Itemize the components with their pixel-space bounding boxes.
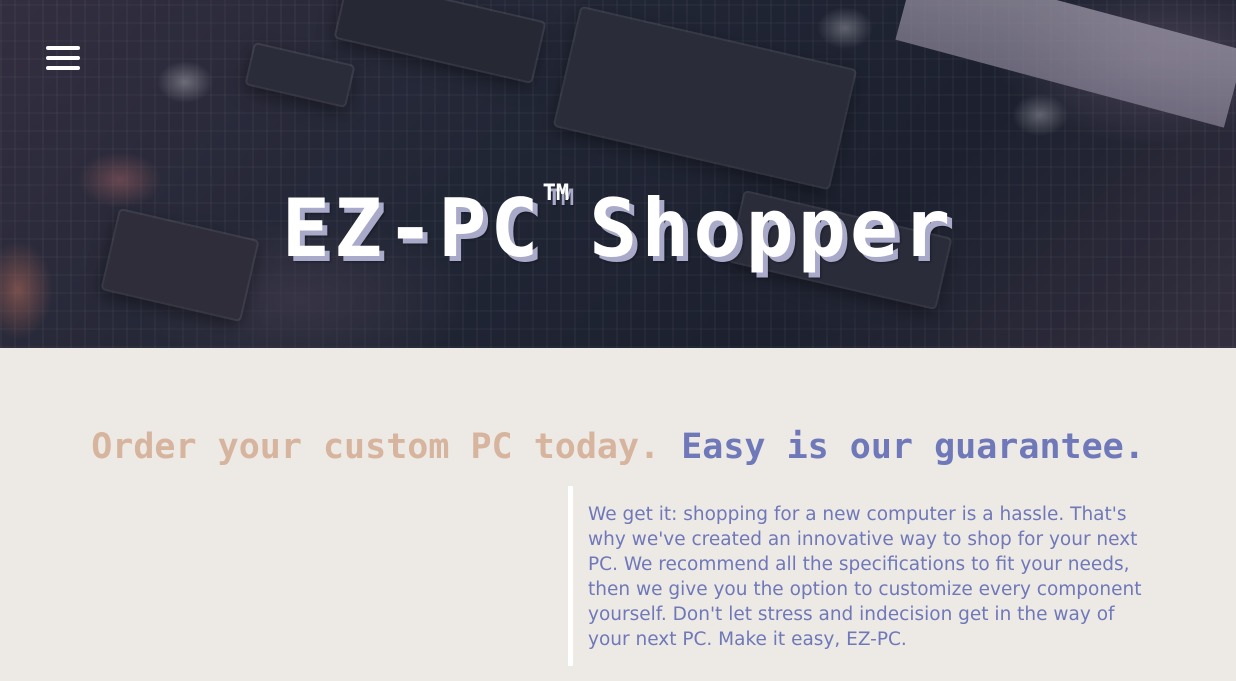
hamburger-menu-icon[interactable] [46,46,80,72]
menu-bar [46,66,80,70]
site-title-suffix: Shopper [589,181,955,275]
tagline-part-2: Easy is our guarantee. [681,427,1145,468]
tagline-part-1: Order your custom PC today. [91,427,661,468]
tagline: Order your custom PC today. Easy is our … [0,427,1236,467]
menu-bar [46,46,80,50]
site-title-brand: EZ-PC [281,181,543,275]
hero-banner: EZ-PCTM Shopper [0,0,1236,348]
trademark-symbol: TM [542,180,570,206]
about-paragraph: We get it: shopping for a new computer i… [588,504,1142,650]
menu-bar [46,56,80,60]
about-section: We get it: shopping for a new computer i… [568,486,1148,666]
hero-overlay [0,0,1236,348]
site-title: EZ-PCTM Shopper [0,180,1236,275]
